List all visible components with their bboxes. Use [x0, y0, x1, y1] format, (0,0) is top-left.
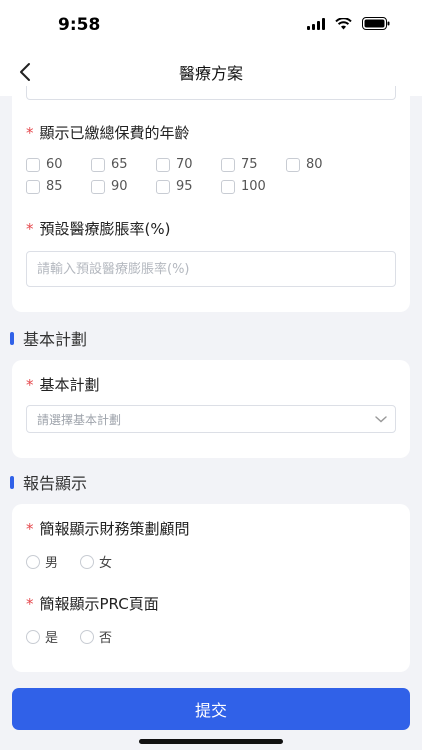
age-checkbox-100[interactable]: 100: [221, 179, 286, 194]
home-indicator: [139, 739, 283, 744]
section-accent-bar: [10, 475, 14, 489]
required-asterisk: *: [26, 123, 34, 142]
report-section-title: 報告顯示: [23, 474, 88, 493]
age-checkbox-60[interactable]: 60: [26, 157, 91, 172]
advisor-radio-male[interactable]: 男: [26, 552, 58, 571]
paid-age-field: * 顯示已繳總保費的年齡 60 65 70 75 80 85 90 95 100: [26, 122, 351, 194]
age-checkbox-70[interactable]: 70: [156, 157, 221, 172]
prc-radio-no[interactable]: 否: [80, 627, 112, 646]
prc-label: 簡報顯示PRC頁面: [39, 595, 159, 613]
checkbox-icon[interactable]: [26, 179, 40, 194]
status-time: 9:58: [58, 15, 101, 35]
checkbox-icon[interactable]: [26, 157, 40, 172]
chevron-down-icon: [375, 416, 387, 423]
checkbox-icon[interactable]: [156, 157, 170, 172]
advisor-options: 男 女: [26, 552, 396, 571]
required-asterisk: *: [26, 219, 34, 238]
checkbox-icon[interactable]: [91, 157, 105, 172]
prc-radio-yes[interactable]: 是: [26, 627, 58, 646]
partial-input[interactable]: [26, 86, 396, 100]
age-checkbox-95[interactable]: 95: [156, 179, 221, 194]
form-scroll-area[interactable]: * 顯示已繳總保費的年齡 60 65 70 75 80 85 90 95 100…: [0, 86, 422, 672]
inflation-label: 預設醫療膨脹率(%): [39, 220, 171, 238]
status-bar: 9:58: [0, 0, 422, 48]
age-checkbox-85[interactable]: 85: [26, 179, 91, 194]
prc-options: 是 否: [26, 627, 396, 646]
age-checkbox-80[interactable]: 80: [286, 157, 351, 172]
prc-field: * 簡報顯示PRC頁面 是 否: [26, 593, 396, 646]
radio-icon[interactable]: [26, 629, 40, 644]
checkbox-icon[interactable]: [221, 157, 235, 172]
required-asterisk: *: [26, 594, 34, 613]
age-checkbox-65[interactable]: 65: [91, 157, 156, 172]
back-arrow-icon[interactable]: [14, 60, 38, 84]
settings-card: * 顯示已繳總保費的年齡 60 65 70 75 80 85 90 95 100…: [12, 86, 410, 312]
basic-plan-section-header: 基本計劃: [0, 316, 422, 360]
submit-button[interactable]: 提交: [12, 688, 410, 730]
advisor-label: 簡報顯示財務策劃顧問: [39, 520, 190, 538]
inflation-field: * 預設醫療膨脹率(%): [26, 218, 396, 287]
checkbox-icon[interactable]: [221, 179, 235, 194]
paid-age-options: 60 65 70 75 80 85 90 95 100: [26, 157, 351, 194]
basic-plan-section-title: 基本計劃: [23, 330, 88, 349]
required-asterisk: *: [26, 519, 34, 538]
checkbox-icon[interactable]: [156, 179, 170, 194]
radio-icon[interactable]: [26, 554, 40, 569]
radio-icon[interactable]: [80, 554, 95, 569]
basic-plan-label: 基本計劃: [39, 376, 100, 394]
inflation-input[interactable]: [26, 251, 396, 287]
wifi-icon: [335, 17, 352, 29]
radio-icon[interactable]: [80, 629, 95, 644]
checkbox-icon[interactable]: [91, 179, 105, 194]
signal-icon: [307, 17, 325, 30]
paid-age-label: 顯示已繳總保費的年齡: [39, 124, 190, 142]
age-checkbox-75[interactable]: 75: [221, 157, 286, 172]
age-checkbox-90[interactable]: 90: [91, 179, 156, 194]
required-asterisk: *: [26, 375, 34, 394]
page-title: 醫療方案: [178, 64, 243, 83]
basic-plan-placeholder: 請選擇基本計劃: [37, 412, 122, 427]
advisor-field: * 簡報顯示財務策劃顧問 男 女: [26, 518, 396, 571]
report-section-header: 報告顯示: [0, 460, 422, 504]
report-card: * 簡報顯示財務策劃顧問 男 女 * 簡報顯示PRC頁面 是 否: [12, 504, 410, 672]
advisor-radio-female[interactable]: 女: [80, 552, 112, 571]
status-icons: [307, 17, 390, 30]
section-accent-bar: [10, 331, 14, 345]
basic-plan-select[interactable]: 請選擇基本計劃: [26, 405, 396, 433]
checkbox-icon[interactable]: [286, 157, 300, 172]
basic-plan-card: * 基本計劃 請選擇基本計劃: [12, 360, 410, 458]
battery-icon: [362, 17, 390, 30]
